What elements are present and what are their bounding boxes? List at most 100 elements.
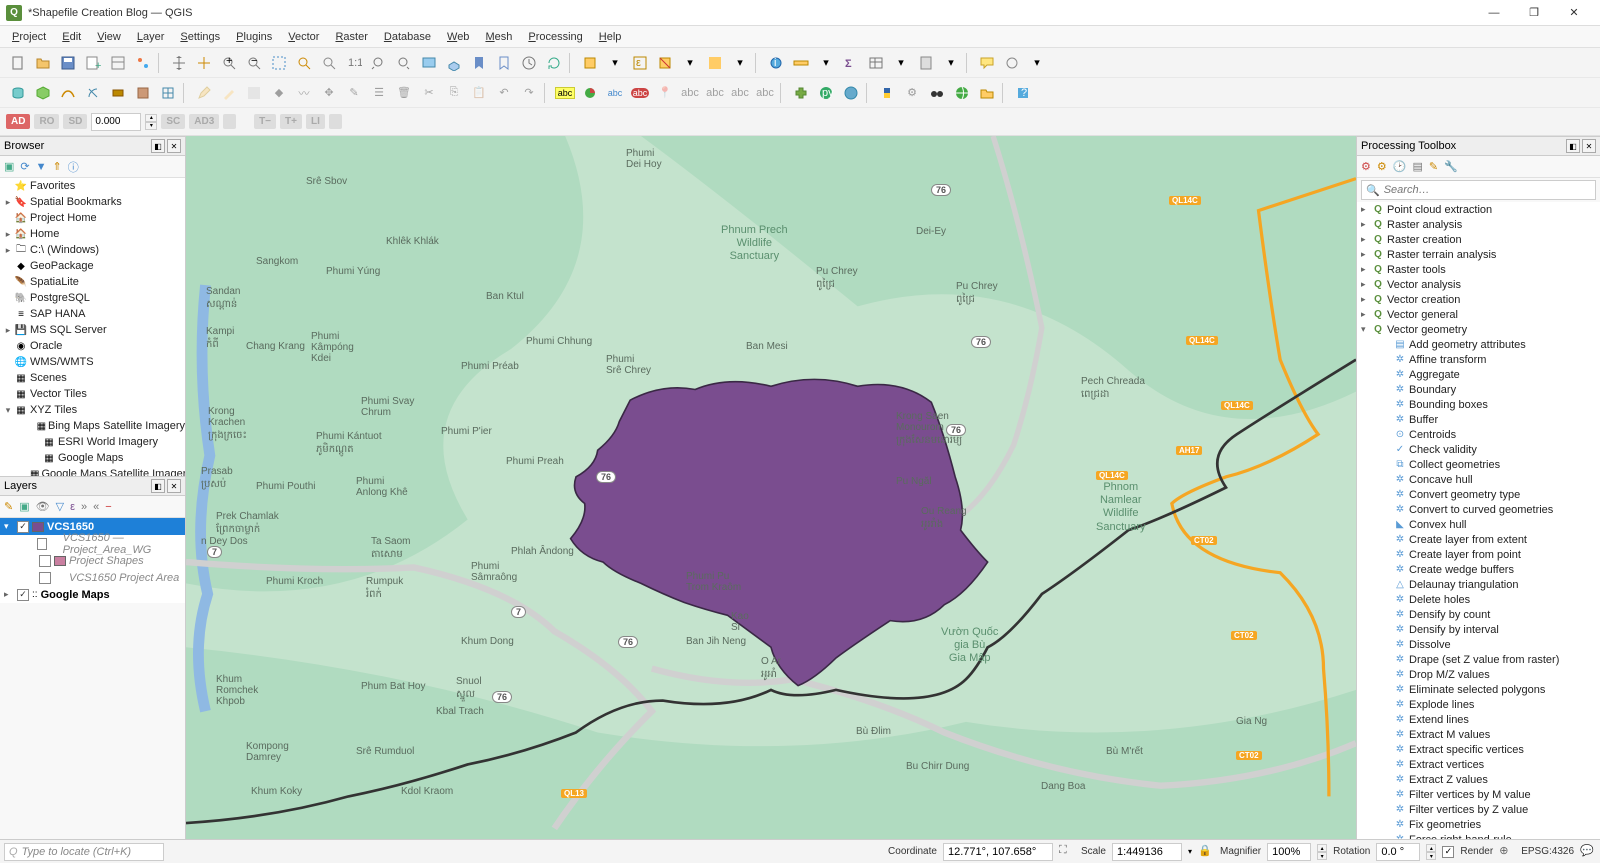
label-diagram-icon[interactable] (578, 81, 602, 105)
collapse-browser-icon[interactable]: ⇑ (53, 160, 62, 173)
toolbox-algorithm[interactable]: ✲Densify by count (1357, 607, 1600, 622)
toolbox-algorithm[interactable]: ✲Eliminate selected polygons (1357, 682, 1600, 697)
toolbox-algorithm[interactable]: ⧉Collect geometries (1357, 457, 1600, 472)
statistics-icon[interactable]: Σ (839, 51, 863, 75)
modify-attrs-icon[interactable]: ☰ (367, 81, 391, 105)
menu-database[interactable]: Database (376, 29, 439, 45)
osm-download-icon[interactable] (839, 81, 863, 105)
zoom-layer-icon[interactable] (317, 51, 341, 75)
layout-manager-icon[interactable] (106, 51, 130, 75)
toolbox-script-icon[interactable]: ⚙ (1377, 160, 1387, 173)
layer-checkbox[interactable] (39, 555, 51, 567)
label-highlight-icon[interactable]: abc (603, 81, 627, 105)
attribute-table-icon[interactable] (864, 51, 888, 75)
layers-close-button[interactable]: ✕ (167, 479, 181, 493)
refresh-icon[interactable] (542, 51, 566, 75)
toolbox-algorithm[interactable]: ✓Check validity (1357, 442, 1600, 457)
toolbox-algorithm[interactable]: ✲Bounding boxes (1357, 397, 1600, 412)
pan-icon[interactable] (167, 51, 191, 75)
toolbox-group[interactable]: ▸QRaster tools (1357, 262, 1600, 277)
menu-plugins[interactable]: Plugins (228, 29, 280, 45)
menu-layer[interactable]: Layer (129, 29, 173, 45)
toolbox-algorithm[interactable]: ✲Create layer from extent (1357, 532, 1600, 547)
toolbox-algorithm[interactable]: ✲Dissolve (1357, 637, 1600, 652)
copy-features-icon[interactable]: ⎘ (442, 81, 466, 105)
toolbox-close-button[interactable]: ✕ (1582, 139, 1596, 153)
zoom-out-icon[interactable]: − (242, 51, 266, 75)
ad-badge[interactable]: AD (6, 114, 30, 129)
toolbox-algorithm[interactable]: ✲Densify by interval (1357, 622, 1600, 637)
close-button[interactable]: ✕ (1554, 1, 1594, 25)
toolbox-algorithm[interactable]: ⊙Centroids (1357, 427, 1600, 442)
toolbox-algorithm[interactable]: ✲Convert geometry type (1357, 487, 1600, 502)
new-virtual-layer-icon[interactable] (106, 81, 130, 105)
zoom-last-icon[interactable] (367, 51, 391, 75)
add-layer-icon[interactable]: ▣ (4, 160, 14, 173)
scale-field[interactable]: 1:449136 (1112, 843, 1182, 861)
new-3d-view-icon[interactable] (442, 51, 466, 75)
menu-project[interactable]: Project (4, 29, 54, 45)
toolbox-algorithm[interactable]: ✲Convert to curved geometries (1357, 502, 1600, 517)
browser-item[interactable]: ▾▦XYZ Tiles (0, 402, 185, 418)
browser-item[interactable]: 🐘PostgreSQL (0, 290, 185, 306)
toolbox-group[interactable]: ▸QPoint cloud extraction (1357, 202, 1600, 217)
lock-icon[interactable]: 🔒 (1198, 844, 1214, 860)
toolbox-group[interactable]: ▸QRaster analysis (1357, 217, 1600, 232)
layer-row[interactable]: VCS1650 Project Area (0, 569, 185, 586)
attribute-dropdown-icon[interactable]: ▾ (889, 51, 913, 75)
maximize-button[interactable]: ❐ (1514, 1, 1554, 25)
new-memory-layer-icon[interactable] (131, 81, 155, 105)
temporal-icon[interactable] (517, 51, 541, 75)
toolbox-model-icon[interactable]: ⚙ (1361, 160, 1371, 173)
field-calc-icon[interactable] (914, 51, 938, 75)
zoom-selection-icon[interactable] (292, 51, 316, 75)
folder-yellow-icon[interactable] (975, 81, 999, 105)
layer-row[interactable]: VCS1650 — Project_Area_WG (0, 535, 185, 552)
layer-collapse-icon[interactable]: « (93, 501, 99, 513)
toolbox-algorithm[interactable]: ✲Filter vertices by Z value (1357, 802, 1600, 817)
style-manager-icon[interactable] (131, 51, 155, 75)
deselect-dropdown-icon[interactable]: ▾ (678, 51, 702, 75)
measure-dropdown-icon[interactable]: ▾ (814, 51, 838, 75)
move-feature-icon[interactable]: ✥ (317, 81, 341, 105)
offset-input[interactable] (91, 113, 141, 131)
toolbox-algorithm[interactable]: ▤Add geometry attributes (1357, 337, 1600, 352)
toolbox-algorithm[interactable]: ✲Fix geometries (1357, 817, 1600, 832)
label-toggle-icon[interactable]: abc (628, 81, 652, 105)
coord-field[interactable]: 12.771°, 107.658° (943, 843, 1053, 861)
toolbox-search-input[interactable] (1384, 184, 1591, 196)
measure-icon[interactable] (789, 51, 813, 75)
toolbox-algorithm[interactable]: ✲Boundary (1357, 382, 1600, 397)
browser-item[interactable]: ▦Google Maps Satellite Imagery (0, 466, 185, 476)
toolbox-algorithm[interactable]: △Delaunay triangulation (1357, 577, 1600, 592)
toolbox-algorithm[interactable]: ✲Filter vertices by M value (1357, 787, 1600, 802)
menu-vector[interactable]: Vector (280, 29, 327, 45)
extents-icon[interactable]: ⛶ (1059, 844, 1075, 860)
toolbox-history-icon[interactable]: 🕑 (1393, 160, 1407, 173)
browser-item[interactable]: ▸🔖Spatial Bookmarks (0, 194, 185, 210)
menu-help[interactable]: Help (591, 29, 630, 45)
minimize-button[interactable]: — (1474, 1, 1514, 25)
gear-dots-icon[interactable]: ⚙ (900, 81, 924, 105)
layer-expression-icon[interactable]: ε (70, 501, 75, 513)
rotation-field[interactable]: 0.0 ° (1376, 843, 1420, 861)
refresh-browser-icon[interactable]: ⟳ (20, 160, 29, 173)
layers-float-button[interactable]: ◧ (151, 479, 165, 493)
new-spatialite-icon[interactable] (81, 81, 105, 105)
toolbox-algorithm[interactable]: ✲Drop M/Z values (1357, 667, 1600, 682)
zoom-next-icon[interactable] (392, 51, 416, 75)
help-icon[interactable]: ? (1011, 81, 1035, 105)
browser-item[interactable]: ▦Bing Maps Satellite Imagery (0, 418, 185, 434)
menu-edit[interactable]: Edit (54, 29, 89, 45)
toolbox-search[interactable]: 🔍 (1361, 180, 1596, 200)
layer-checkbox[interactable]: ✓ (17, 589, 29, 601)
layer-filter-icon[interactable]: ▽ (56, 500, 64, 513)
toolbox-float-button[interactable]: ◧ (1566, 139, 1580, 153)
browser-item[interactable]: ▦Scenes (0, 370, 185, 386)
delete-selected-icon[interactable]: 🗑 (392, 81, 416, 105)
browser-item[interactable]: ⭐Favorites (0, 178, 185, 194)
zoom-full-icon[interactable] (267, 51, 291, 75)
digitize-icon[interactable]: 〰 (292, 81, 316, 105)
action-dropdown-icon[interactable]: ▾ (1025, 51, 1049, 75)
layer-checkbox[interactable]: ✓ (17, 521, 29, 533)
